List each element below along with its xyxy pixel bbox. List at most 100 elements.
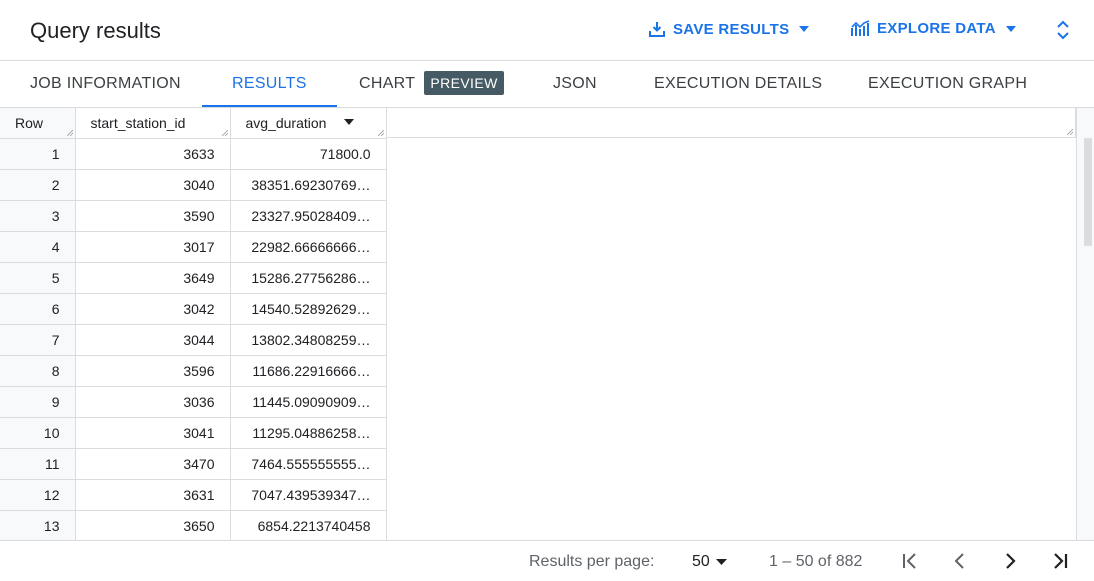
table-row: 11 3470 7464.555555555… [0,448,387,480]
chevron-right-icon [1006,553,1016,569]
start-station-id-cell[interactable]: 3041 [75,417,231,449]
chart-icon [851,20,870,37]
caret-down-icon [1005,25,1016,32]
avg-duration-cell[interactable]: 11295.04886258… [230,417,387,449]
start-station-id-cell[interactable]: 3631 [75,479,231,511]
resize-handle-icon[interactable] [1067,129,1073,135]
table-row: 9 3036 11445.09090909… [0,386,387,418]
tab-results[interactable]: RESULTS [202,61,337,107]
row-number-cell: 8 [0,355,76,387]
table-row: 3 3590 23327.95028409… [0,200,387,232]
save-results-button[interactable]: SAVE RESULTS [648,20,810,38]
avg-duration-cell[interactable]: 7464.555555555… [230,448,387,480]
explore-data-label: EXPLORE DATA [877,20,996,37]
tab-label: RESULTS [232,75,307,92]
avg-duration-cell[interactable]: 13802.34808259… [230,324,387,356]
row-number-cell: 12 [0,479,76,511]
column-header-avg-duration[interactable]: avg_duration [230,108,387,139]
previous-page-button[interactable] [950,551,970,576]
row-number-cell: 9 [0,386,76,418]
avg-duration-cell[interactable]: 71800.0 [230,138,387,170]
page-title: Query results [30,18,161,43]
caret-down-icon[interactable] [343,119,354,125]
table-row: 2 3040 38351.69230769… [0,169,387,201]
avg-duration-cell[interactable]: 14540.52892629… [230,293,387,325]
start-station-id-cell[interactable]: 3649 [75,262,231,294]
save-results-label: SAVE RESULTS [673,20,790,38]
results-header: Query results SAVE RESULTS EXPLORE DATA [0,0,1094,61]
explore-data-button[interactable]: EXPLORE DATA [851,20,1016,37]
tab-job-information[interactable]: JOB INFORMATION [30,61,181,107]
start-station-id-cell[interactable]: 3042 [75,293,231,325]
row-number-cell: 7 [0,324,76,356]
results-per-page-value: 50 [692,553,710,570]
table-row: 4 3017 22982.66666666… [0,231,387,263]
row-number-cell: 5 [0,262,76,294]
caret-down-icon [799,26,810,32]
page-range: 1 – 50 of 882 [769,553,863,570]
resize-handle-icon[interactable] [66,129,73,136]
start-station-id-cell[interactable]: 3650 [75,510,231,540]
table-row: 6 3042 14540.52892629… [0,293,387,325]
row-number-cell: 3 [0,200,76,232]
tab-chart[interactable]: CHART PREVIEW [359,61,504,107]
pagination-footer: Results per page: 50 1 – 50 of 882 [0,540,1094,581]
table-row: 13 3650 6854.2213740458 [0,510,387,540]
tab-execution-graph[interactable]: EXECUTION GRAPH [868,61,1027,107]
start-station-id-cell[interactable]: 3036 [75,386,231,418]
column-label: avg_duration [245,115,327,131]
avg-duration-cell[interactable]: 38351.69230769… [230,169,387,201]
start-station-id-cell[interactable]: 3590 [75,200,231,232]
scrollbar-thumb[interactable] [1084,138,1092,246]
row-number-cell: 10 [0,417,76,449]
avg-duration-cell[interactable]: 23327.95028409… [230,200,387,232]
unfold-icon[interactable] [1055,18,1071,47]
chevron-left-icon [954,553,964,569]
tab-label: JSON [553,75,597,92]
start-station-id-cell[interactable]: 3633 [75,138,231,170]
tab-label: CHART [359,75,416,92]
last-page-icon [1054,553,1068,569]
results-grid: Row start_station_id avg_duration 1 3633 7… [0,108,1076,540]
avg-duration-cell[interactable]: 11686.22916666… [230,355,387,387]
first-page-icon [903,553,916,569]
results-per-page-label: Results per page: [529,553,655,570]
next-page-button[interactable] [1000,551,1020,576]
start-station-id-cell[interactable]: 3596 [75,355,231,387]
start-station-id-cell[interactable]: 3040 [75,169,231,201]
resize-handle-icon[interactable] [221,129,228,136]
avg-duration-cell[interactable]: 11445.09090909… [230,386,387,418]
column-header-start-station-id[interactable]: start_station_id [75,108,262,139]
avg-duration-cell[interactable]: 6854.2213740458 [230,510,387,540]
row-number-cell: 11 [0,448,76,480]
results-table: Row start_station_id avg_duration 1 3633 7… [0,108,387,540]
avg-duration-cell[interactable]: 15286.27756286… [230,262,387,294]
tab-label: EXECUTION GRAPH [868,75,1028,92]
table-row: 1 3633 71800.0 [0,138,387,170]
header-row: Row start_station_id avg_duration [0,108,387,139]
resize-handle-icon[interactable] [377,129,384,136]
row-number-cell: 4 [0,231,76,263]
column-label: Row [15,114,44,131]
start-station-id-cell[interactable]: 3044 [75,324,231,356]
table-row: 12 3631 7047.439539347… [0,479,387,511]
tab-label: JOB INFORMATION [30,75,181,92]
results-per-page-select[interactable]: 50 [692,553,727,571]
tab-execution-details[interactable]: EXECUTION DETAILS [654,61,822,107]
avg-duration-cell[interactable]: 7047.439539347… [230,479,387,511]
column-header-row: Row [0,108,76,139]
row-number-cell: 6 [0,293,76,325]
table-row: 7 3044 13802.34808259… [0,324,387,356]
start-station-id-cell[interactable]: 3470 [75,448,231,480]
table-row: 5 3649 15286.27756286… [0,262,387,294]
avg-duration-cell[interactable]: 22982.66666666… [230,231,387,263]
table-row: 8 3596 11686.22916666… [0,355,387,387]
tab-bar: JOB INFORMATION RESULTS CHART PREVIEW JSO… [0,61,1094,108]
tab-json[interactable]: JSON [553,61,597,107]
vertical-scrollbar[interactable] [1076,108,1094,540]
first-page-button[interactable] [900,551,920,576]
preview-badge: PREVIEW [424,70,504,95]
header-filler [386,108,1076,138]
last-page-button[interactable] [1050,551,1070,576]
start-station-id-cell[interactable]: 3017 [75,231,231,263]
